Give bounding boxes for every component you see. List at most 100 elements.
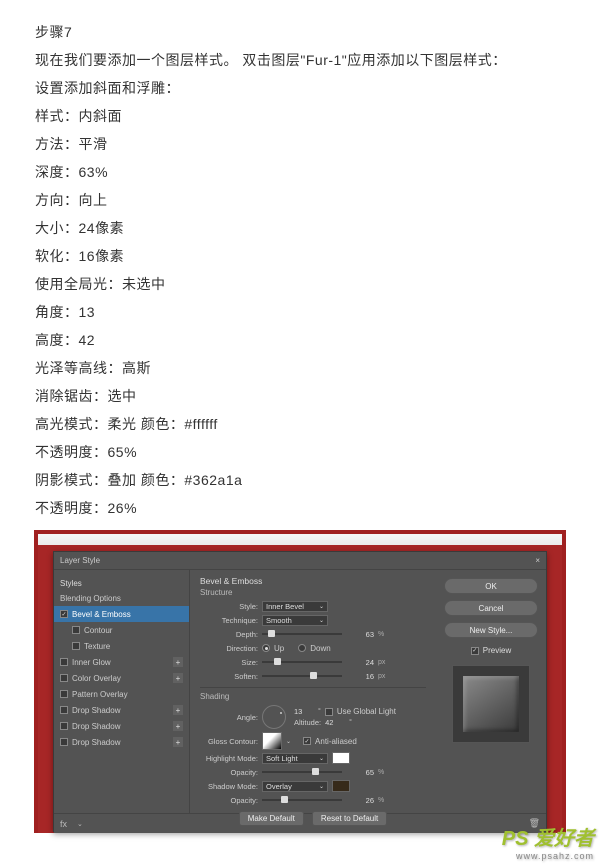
slider-depth[interactable] xyxy=(262,633,342,635)
setting-line: 方法：平滑 xyxy=(35,130,565,158)
style-item-inner-glow[interactable]: Inner Glow+ xyxy=(54,654,189,670)
setting-line: 软化：16像素 xyxy=(35,242,565,270)
setting-line: 光泽等高线：高斯 xyxy=(35,354,565,382)
checkbox-icon[interactable] xyxy=(60,690,68,698)
row-technique: Technique: Smooth⌄ xyxy=(200,613,426,627)
label-depth: Depth: xyxy=(200,630,258,639)
setting-line: 不透明度：26% xyxy=(35,494,565,522)
select-highlight[interactable]: Soft Light⌄ xyxy=(262,753,328,764)
label-style: Style: xyxy=(200,602,258,611)
blending-options[interactable]: Blending Options xyxy=(54,590,189,606)
styles-list: Styles Blending Options Bevel & Emboss C… xyxy=(54,570,190,813)
slider-sh-opacity[interactable] xyxy=(262,799,342,801)
style-item-drop-shadow[interactable]: Drop Shadow+ xyxy=(54,734,189,750)
make-default-button[interactable]: Make Default xyxy=(239,811,304,826)
label-angle: Angle: xyxy=(200,713,258,722)
style-item-texture[interactable]: Texture xyxy=(54,638,189,654)
cancel-button[interactable]: Cancel xyxy=(444,600,538,616)
dialog-title: Layer Style xyxy=(60,556,100,565)
setting-line: 深度：63% xyxy=(35,158,565,186)
label-global-light: Use Global Light xyxy=(337,707,396,716)
radio-up[interactable] xyxy=(262,644,270,652)
contour-picker[interactable] xyxy=(262,732,282,750)
style-item-pattern-overlay[interactable]: Pattern Overlay xyxy=(54,686,189,702)
add-line: 设置添加斜面和浮雕： xyxy=(35,74,565,102)
radio-down[interactable] xyxy=(298,644,306,652)
style-item-color-overlay[interactable]: Color Overlay+ xyxy=(54,670,189,686)
setting-line: 高度：42 xyxy=(35,326,565,354)
new-style-button[interactable]: New Style... xyxy=(444,622,538,638)
close-icon[interactable]: × xyxy=(535,556,540,565)
color-shadow[interactable] xyxy=(332,780,350,792)
value-hl-opacity[interactable]: 65 xyxy=(346,768,374,777)
checkbox-preview[interactable] xyxy=(471,647,479,655)
label-size: Size: xyxy=(200,658,258,667)
label-shadow: Shadow Mode: xyxy=(200,782,258,791)
intro-line: 现在我们要添加一个图层样式。 双击图层"Fur-1"应用添加以下图层样式： xyxy=(35,46,565,74)
value-depth[interactable]: 63 xyxy=(346,630,374,639)
row-shadow: Shadow Mode: Overlay⌄ xyxy=(200,779,426,793)
unit-pct: % xyxy=(378,797,390,804)
style-item-bevel[interactable]: Bevel & Emboss xyxy=(54,606,189,622)
value-altitude[interactable]: 42 xyxy=(325,718,345,727)
setting-line: 不透明度：65% xyxy=(35,438,565,466)
unit-px: px xyxy=(378,659,390,666)
styles-header: Styles xyxy=(54,576,189,590)
subsection-shading: Shading xyxy=(200,692,426,701)
preview-swatch xyxy=(463,676,519,732)
preview-toggle[interactable]: Preview xyxy=(471,646,511,655)
slider-size[interactable] xyxy=(262,661,342,663)
chevron-down-icon: ⌄ xyxy=(319,783,324,790)
fx-icon[interactable]: fx xyxy=(60,819,67,829)
select-style[interactable]: Inner Bevel⌄ xyxy=(262,601,328,612)
color-highlight[interactable] xyxy=(332,752,350,764)
checkbox-icon[interactable] xyxy=(60,610,68,618)
label-opacity: Opacity: xyxy=(200,796,258,805)
style-item-drop-shadow[interactable]: Drop Shadow+ xyxy=(54,718,189,734)
add-icon[interactable]: + xyxy=(173,673,183,683)
settings-panel: Bevel & Emboss Structure Style: Inner Be… xyxy=(190,570,436,813)
select-technique[interactable]: Smooth⌄ xyxy=(262,615,328,626)
checkbox-antialias[interactable] xyxy=(303,737,311,745)
select-shadow[interactable]: Overlay⌄ xyxy=(262,781,328,792)
add-icon[interactable]: + xyxy=(173,657,183,667)
checkbox-icon[interactable] xyxy=(60,658,68,666)
value-sh-opacity[interactable]: 26 xyxy=(346,796,374,805)
setting-line: 样式：内斜面 xyxy=(35,102,565,130)
reset-default-button[interactable]: Reset to Default xyxy=(312,811,387,826)
checkbox-icon[interactable] xyxy=(72,642,80,650)
label-opacity: Opacity: xyxy=(200,768,258,777)
angle-dial[interactable] xyxy=(262,705,286,729)
checkbox-icon[interactable] xyxy=(60,722,68,730)
chevron-down-icon[interactable]: ⌄ xyxy=(77,820,83,828)
checkbox-global-light[interactable] xyxy=(325,708,333,716)
checkbox-icon[interactable] xyxy=(60,706,68,714)
add-icon[interactable]: + xyxy=(173,721,183,731)
value-angle[interactable]: 13 xyxy=(294,707,314,716)
section-bevel: Bevel & Emboss xyxy=(200,576,426,586)
checkbox-icon[interactable] xyxy=(60,674,68,682)
ok-button[interactable]: OK xyxy=(444,578,538,594)
style-item-contour[interactable]: Contour xyxy=(54,622,189,638)
label-technique: Technique: xyxy=(200,616,258,625)
row-depth: Depth: 63 % xyxy=(200,627,426,641)
value-size[interactable]: 24 xyxy=(346,658,374,667)
label-soften: Soften: xyxy=(200,672,258,681)
step-title: 步骤7 xyxy=(35,18,565,46)
slider-soften[interactable] xyxy=(262,675,342,677)
preview-thumbnail xyxy=(452,665,530,743)
add-icon[interactable]: + xyxy=(173,705,183,715)
slider-hl-opacity[interactable] xyxy=(262,771,342,773)
row-highlight-opacity: Opacity: 65 % xyxy=(200,765,426,779)
watermark-url: www.psahz.com xyxy=(502,851,594,861)
checkbox-icon[interactable] xyxy=(60,738,68,746)
unit-pct: % xyxy=(378,631,390,638)
checkbox-icon[interactable] xyxy=(72,626,80,634)
setting-line: 角度：13 xyxy=(35,298,565,326)
style-item-drop-shadow[interactable]: Drop Shadow+ xyxy=(54,702,189,718)
row-style: Style: Inner Bevel⌄ xyxy=(200,599,426,613)
value-soften[interactable]: 16 xyxy=(346,672,374,681)
label-antialias: Anti-aliased xyxy=(315,737,357,746)
window-chrome xyxy=(38,534,562,545)
add-icon[interactable]: + xyxy=(173,737,183,747)
